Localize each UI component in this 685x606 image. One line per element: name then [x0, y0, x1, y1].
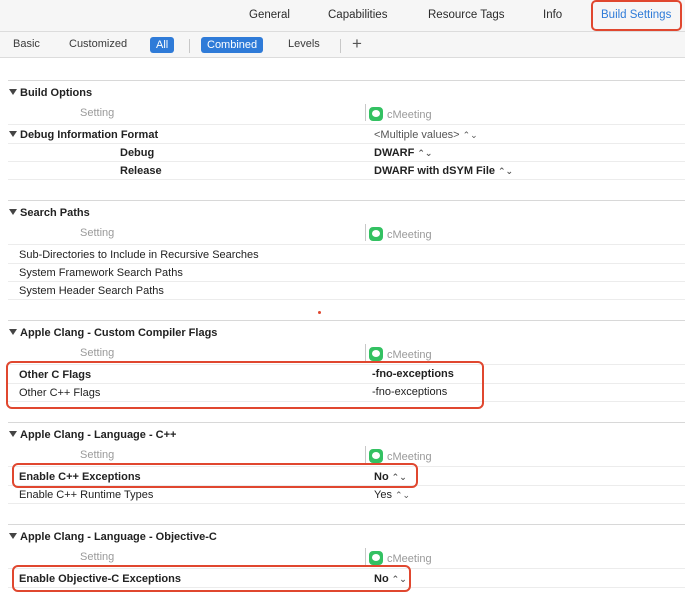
- section-divider: [8, 200, 685, 201]
- filter-separator: [189, 39, 190, 53]
- objc-exceptions-highlight: [12, 565, 411, 592]
- target-name: cMeeting: [387, 349, 432, 361]
- section-build-options[interactable]: Build Options: [9, 87, 92, 99]
- target-name: cMeeting: [387, 451, 432, 463]
- section-language-objc[interactable]: Apple Clang - Language - Objective-C: [9, 531, 217, 543]
- setting-release: Release: [120, 165, 162, 177]
- filter-bar: Basic Customized All Combined Levels +: [0, 32, 685, 58]
- row-divider: [8, 263, 685, 264]
- value-text: DWARF with dSYM File: [374, 165, 495, 177]
- section-divider: [8, 320, 685, 321]
- filter-levels[interactable]: Levels: [288, 38, 320, 50]
- top-tab-bar: General Capabilities Resource Tags Info …: [0, 0, 685, 32]
- section-title: Build Options: [20, 87, 93, 99]
- section-search-paths[interactable]: Search Paths: [9, 207, 90, 219]
- filter-all[interactable]: All: [150, 37, 175, 53]
- value-debug[interactable]: DWARF ⌃⌄: [374, 147, 432, 159]
- filter-separator: [340, 39, 341, 53]
- column-target-header: cMeeting: [365, 224, 432, 241]
- setting-debug-info-format[interactable]: Debug Information Format: [9, 129, 158, 141]
- popup-chevron-icon: ⌃⌄: [498, 166, 514, 176]
- column-target-header: cMeeting: [365, 104, 432, 121]
- value-text: DWARF: [374, 147, 415, 159]
- setting-enable-cpp-rtti[interactable]: Enable C++ Runtime Types: [19, 489, 153, 501]
- row-divider: [8, 143, 685, 144]
- tab-capabilities[interactable]: Capabilities: [328, 9, 387, 21]
- disclosure-triangle-icon[interactable]: [9, 209, 17, 215]
- column-target-header: cMeeting: [365, 446, 432, 463]
- section-title: Search Paths: [20, 207, 90, 219]
- value-debug-info-format[interactable]: <Multiple values> ⌃⌄: [374, 129, 478, 141]
- value-enable-cpp-rtti[interactable]: Yes ⌃⌄: [374, 489, 410, 501]
- row-divider: [8, 299, 685, 300]
- setting-framework-search-paths[interactable]: System Framework Search Paths: [19, 267, 183, 279]
- column-setting-header: Setting: [80, 449, 115, 461]
- filter-basic[interactable]: Basic: [13, 38, 40, 50]
- disclosure-triangle-icon[interactable]: [9, 329, 17, 335]
- section-title: Apple Clang - Language - C++: [20, 429, 177, 441]
- setting-header-search-paths[interactable]: System Header Search Paths: [19, 285, 164, 297]
- setting-debug: Debug: [120, 147, 155, 159]
- row-divider: [8, 124, 685, 125]
- column-setting-header: Setting: [80, 107, 115, 119]
- build-settings-highlight: [591, 0, 682, 31]
- disclosure-triangle-icon[interactable]: [9, 131, 17, 137]
- column-setting-header: Setting: [80, 551, 115, 563]
- popup-chevron-icon: ⌃⌄: [417, 148, 433, 158]
- flags-highlight: [6, 361, 484, 409]
- column-target-header: cMeeting: [365, 548, 432, 565]
- target-name: cMeeting: [387, 229, 432, 241]
- tab-general[interactable]: General: [249, 9, 290, 21]
- target-name: cMeeting: [387, 553, 432, 565]
- app-icon: [369, 107, 383, 121]
- row-divider: [8, 161, 685, 162]
- popup-chevron-icon: ⌃⌄: [462, 130, 478, 140]
- row-divider: [8, 503, 685, 504]
- plus-icon[interactable]: +: [352, 34, 362, 54]
- column-setting-header: Setting: [80, 227, 115, 239]
- popup-chevron-icon: ⌃⌄: [394, 490, 411, 500]
- row-divider: [8, 244, 685, 245]
- app-icon: [369, 449, 383, 463]
- section-title: Apple Clang - Language - Objective-C: [20, 531, 217, 543]
- setting-label: Debug Information Format: [20, 129, 159, 141]
- disclosure-triangle-icon[interactable]: [9, 533, 17, 539]
- row-divider: [8, 281, 685, 282]
- cpp-exceptions-highlight: [12, 463, 418, 488]
- disclosure-triangle-icon[interactable]: [9, 431, 17, 437]
- column-target-header: cMeeting: [365, 344, 432, 361]
- tab-info[interactable]: Info: [543, 9, 562, 21]
- filter-combined[interactable]: Combined: [201, 37, 264, 53]
- value-text: <Multiple values>: [374, 129, 460, 141]
- app-icon: [369, 227, 383, 241]
- disclosure-triangle-icon[interactable]: [9, 89, 17, 95]
- app-icon: [369, 347, 383, 361]
- tab-resource-tags[interactable]: Resource Tags: [428, 9, 505, 21]
- section-divider: [8, 422, 685, 423]
- setting-recursive-subdirectories[interactable]: Sub-Directories to Include in Recursive …: [19, 249, 259, 261]
- target-name: cMeeting: [387, 109, 432, 121]
- row-divider: [8, 179, 685, 180]
- value-text: Yes: [374, 489, 392, 501]
- filter-customized[interactable]: Customized: [69, 38, 127, 50]
- app-icon: [369, 551, 383, 565]
- section-divider: [8, 524, 685, 525]
- section-language-cpp[interactable]: Apple Clang - Language - C++: [9, 429, 176, 441]
- section-title: Apple Clang - Custom Compiler Flags: [20, 327, 218, 339]
- marker-dot: [318, 311, 321, 314]
- column-setting-header: Setting: [80, 347, 115, 359]
- section-custom-compiler-flags[interactable]: Apple Clang - Custom Compiler Flags: [9, 327, 217, 339]
- section-divider: [8, 80, 685, 81]
- value-release[interactable]: DWARF with dSYM File ⌃⌄: [374, 165, 513, 177]
